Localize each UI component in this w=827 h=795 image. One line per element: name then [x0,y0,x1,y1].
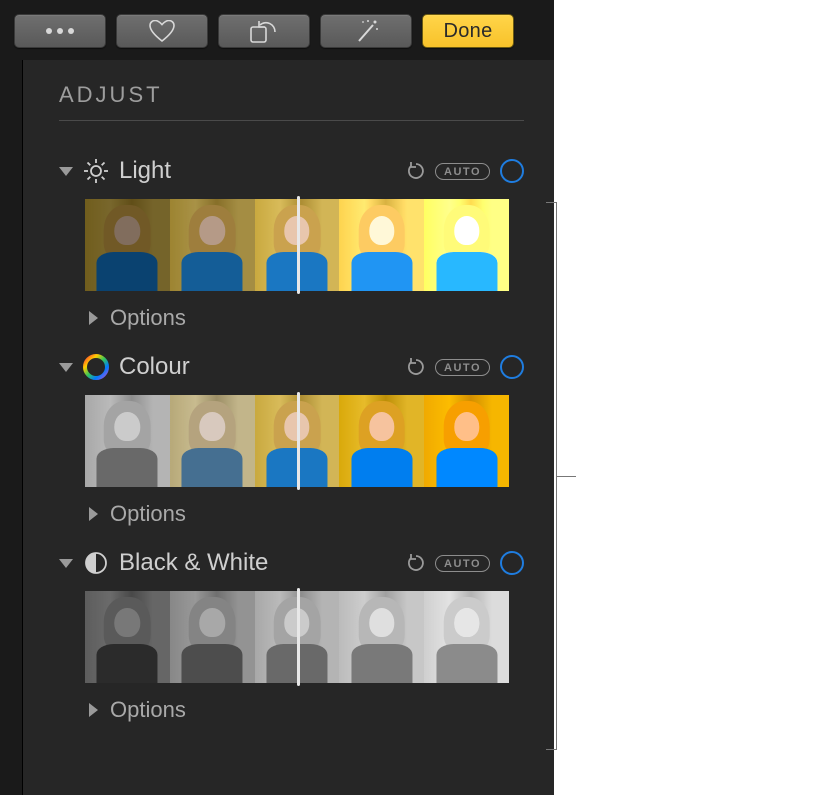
light-slider[interactable] [85,199,509,291]
chevron-down-icon [59,167,73,176]
thumb [339,591,424,683]
auto-button[interactable]: AUTO [435,555,490,572]
favorite-button[interactable] [116,14,208,48]
chevron-right-icon [89,703,98,717]
more-button[interactable] [14,14,106,48]
panel-title: ADJUST [59,82,524,121]
thumb [85,199,170,291]
options-toggle-light[interactable]: Options [85,305,524,331]
chevron-down-icon [59,363,73,372]
half-circle-icon [83,550,109,576]
enable-toggle[interactable] [500,355,524,379]
auto-enhance-button[interactable] [320,14,412,48]
done-button[interactable]: Done [422,14,514,48]
heart-icon [149,20,175,42]
editor-window: Done ADJUST Light AUTO [0,0,554,795]
options-label: Options [110,305,186,331]
adjust-panel: ADJUST Light AUTO [22,60,554,795]
magic-wand-icon [353,19,379,43]
section-light: Light AUTO Options [59,157,524,331]
colour-slider[interactable] [85,395,509,487]
section-header-colour[interactable]: Colour AUTO [59,353,524,381]
ellipsis-icon [44,26,76,36]
slider-handle[interactable] [297,588,300,686]
rotate-button[interactable] [218,14,310,48]
colour-wheel-icon [83,354,109,380]
auto-button[interactable]: AUTO [435,163,490,180]
enable-toggle[interactable] [500,159,524,183]
chevron-right-icon [89,311,98,325]
thumb [85,395,170,487]
section-label: Light [119,157,171,185]
thumb [170,395,255,487]
enable-toggle[interactable] [500,551,524,575]
done-label: Done [443,20,492,43]
thumb [170,199,255,291]
slider-handle[interactable] [297,196,300,294]
thumb [339,199,424,291]
brightness-icon [83,158,109,184]
rotate-ccw-icon [250,19,278,43]
reset-icon[interactable] [407,358,425,376]
thumb [85,591,170,683]
callout-bracket [556,202,580,750]
slider-handle[interactable] [297,392,300,490]
section-header-light[interactable]: Light AUTO [59,157,524,185]
bw-slider[interactable] [85,591,509,683]
options-label: Options [110,501,186,527]
options-toggle-bw[interactable]: Options [85,697,524,723]
thumb [424,395,509,487]
chevron-right-icon [89,507,98,521]
thumb [339,395,424,487]
thumb [170,591,255,683]
options-toggle-colour[interactable]: Options [85,501,524,527]
section-bw: Black & White AUTO Options [59,549,524,723]
reset-icon[interactable] [407,554,425,572]
section-header-bw[interactable]: Black & White AUTO [59,549,524,577]
edit-toolbar: Done [0,0,554,62]
thumb [424,591,509,683]
section-label: Colour [119,353,190,381]
chevron-down-icon [59,559,73,568]
options-label: Options [110,697,186,723]
thumb [424,199,509,291]
auto-button[interactable]: AUTO [435,359,490,376]
reset-icon[interactable] [407,162,425,180]
section-label: Black & White [119,549,268,577]
section-colour: Colour AUTO Options [59,353,524,527]
